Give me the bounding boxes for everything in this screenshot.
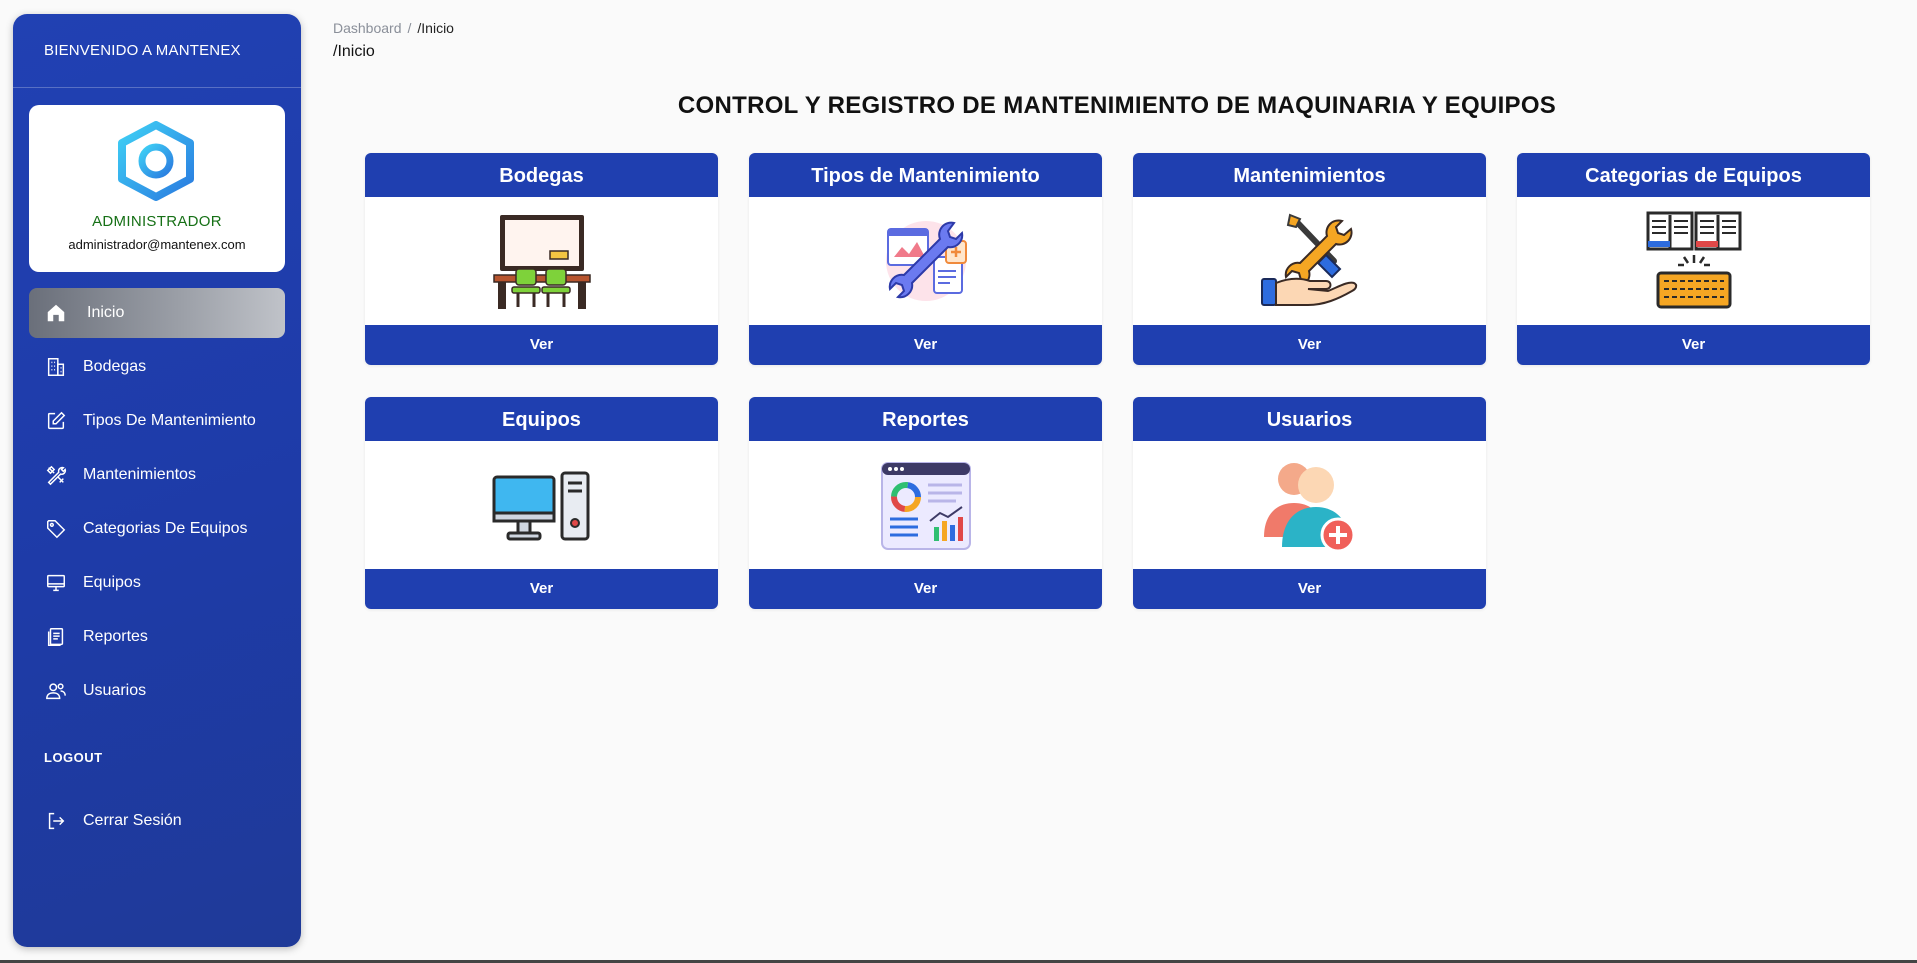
card-title: Categorias de Equipos — [1517, 153, 1870, 197]
sidebar-item-inicio[interactable]: Inicio — [29, 288, 285, 338]
sidebar-item-label: Inicio — [87, 304, 125, 321]
card-title: Tipos de Mantenimiento — [749, 153, 1102, 197]
categories-keyboard-icon — [1646, 211, 1741, 309]
ver-button[interactable]: Ver — [365, 325, 718, 365]
sidebar-brand: BIENVENIDO A MANTENEX — [13, 14, 301, 88]
computer-icon — [492, 471, 589, 541]
sidebar-item-equipos[interactable]: Equipos — [29, 558, 285, 608]
sidebar-item-reportes[interactable]: Reportes — [29, 612, 285, 662]
profile-email: administrador@mantenex.com — [68, 237, 246, 252]
sidebar: BIENVENIDO A MANTENEX ADMINISTRADOR admi… — [13, 14, 301, 947]
card-title: Reportes — [749, 397, 1102, 441]
ver-button[interactable]: Ver — [1133, 325, 1486, 365]
tools-icon — [46, 465, 67, 486]
breadcrumb-separator: / — [407, 20, 412, 36]
sidebar-item-tipos-mantenimiento[interactable]: Tipos De Mantenimiento — [29, 396, 285, 446]
warehouse-desk-icon — [492, 215, 591, 309]
edit-icon — [47, 411, 66, 430]
main-heading: CONTROL Y REGISTRO DE MANTENIMIENTO DE M… — [677, 92, 1557, 119]
sidebar-item-label: Equipos — [83, 574, 141, 591]
logout-label: Cerrar Sesión — [83, 812, 182, 829]
sidebar-item-bodegas[interactable]: Bodegas — [29, 342, 285, 392]
sidebar-item-categorias[interactable]: Categorias De Equipos — [29, 504, 285, 554]
card-usuarios: Usuarios Ver — [1133, 397, 1486, 609]
users-icon — [46, 683, 66, 700]
home-icon — [47, 304, 65, 322]
ver-button[interactable]: Ver — [749, 569, 1102, 609]
ver-button[interactable]: Ver — [749, 325, 1102, 365]
card-equipos: Equipos Ver — [365, 397, 718, 609]
card-mantenimientos: Mantenimientos Ver — [1133, 153, 1486, 365]
card-title: Equipos — [365, 397, 718, 441]
card-categorias-equipos: Categorias de Equipos Ver — [1517, 153, 1870, 365]
ver-button[interactable]: Ver — [1517, 325, 1870, 365]
hand-tools-icon — [1260, 213, 1357, 306]
add-user-icon — [1263, 463, 1355, 553]
profile-card: ADMINISTRADOR administrador@mantenex.com — [29, 105, 285, 272]
sign-out-icon — [48, 812, 65, 830]
report-icon — [47, 628, 64, 646]
logout-button[interactable]: Cerrar Sesión — [29, 796, 285, 846]
tag-icon — [47, 520, 66, 539]
card-tipos-mantenimiento: Tipos de Mantenimiento Ver — [749, 153, 1102, 365]
dashboard-report-icon — [880, 462, 971, 550]
card-title: Mantenimientos — [1133, 153, 1486, 197]
ver-button[interactable]: Ver — [1133, 569, 1486, 609]
sidebar-item-label: Categorias De Equipos — [83, 520, 248, 537]
card-title: Usuarios — [1133, 397, 1486, 441]
breadcrumb-current: /Inicio — [417, 20, 454, 36]
sidebar-item-label: Bodegas — [83, 358, 147, 375]
building-icon — [47, 358, 65, 376]
sidebar-nav: Inicio Bodegas Tipos De Mantenimiento Ma… — [29, 288, 285, 720]
card-reportes: Reportes Ver — [749, 397, 1102, 609]
breadcrumb-root[interactable]: Dashboard — [333, 20, 402, 36]
sidebar-item-label: Usuarios — [83, 682, 147, 699]
sidebar-item-label: Tipos De Mantenimiento — [83, 412, 256, 429]
sidebar-item-mantenimientos[interactable]: Mantenimientos — [29, 450, 285, 500]
logout-heading: LOGOUT — [44, 750, 103, 765]
breadcrumb: Dashboard / /Inicio — [333, 20, 454, 36]
sidebar-item-label: Reportes — [83, 628, 148, 645]
profile-role: ADMINISTRADOR — [92, 213, 222, 230]
page-title: /Inicio — [333, 43, 375, 60]
sidebar-item-label: Mantenimientos — [83, 466, 196, 483]
mantenex-logo-icon — [118, 121, 194, 201]
wrench-documents-icon — [885, 221, 967, 301]
sidebar-item-usuarios[interactable]: Usuarios — [29, 666, 285, 716]
card-title: Bodegas — [365, 153, 718, 197]
card-bodegas: Bodegas Ver — [365, 153, 718, 365]
ver-button[interactable]: Ver — [365, 569, 718, 609]
monitor-icon — [47, 574, 65, 592]
